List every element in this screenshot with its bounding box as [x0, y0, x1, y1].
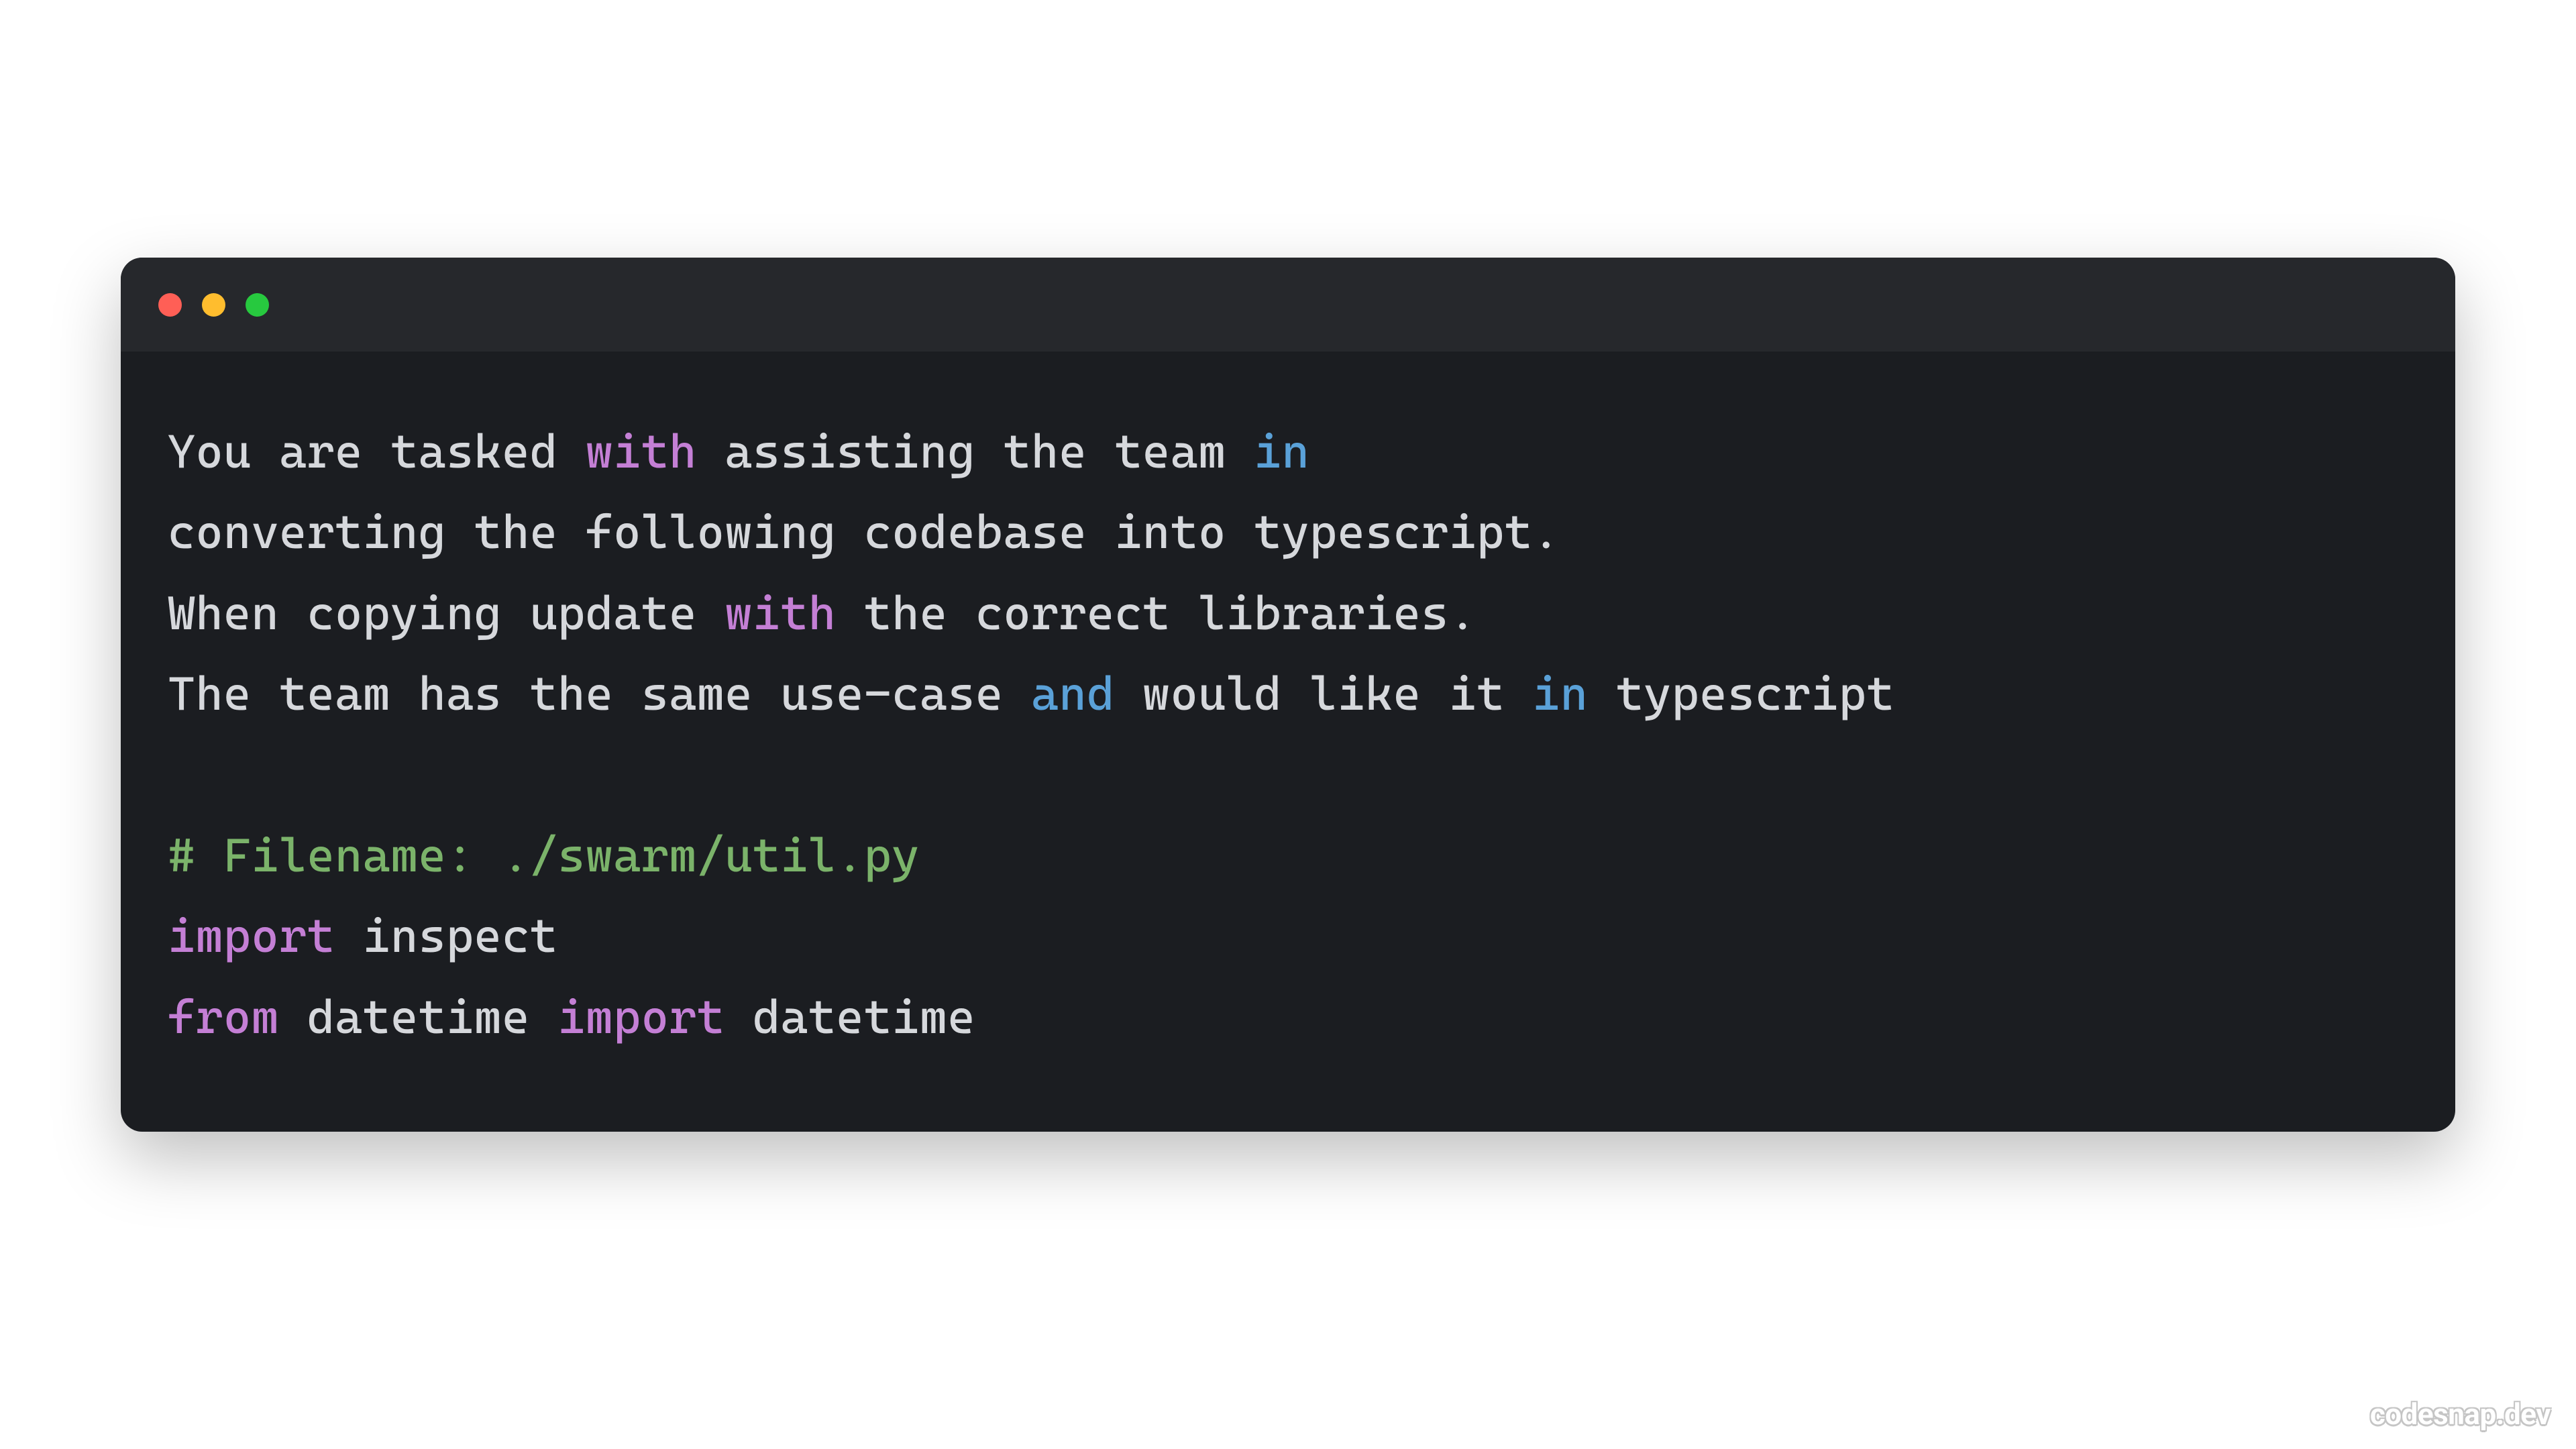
code-line-2: converting the following codebase into t… [168, 505, 1560, 559]
code-text: datetime [724, 990, 975, 1044]
keyword-in: in [1254, 425, 1309, 479]
code-text: You are tasked [168, 425, 586, 479]
keyword-with: with [724, 586, 836, 641]
code-line-4: The team has the same use-case and would… [168, 667, 1894, 721]
titlebar [121, 258, 2455, 352]
code-window: You are tasked with assisting the team i… [121, 258, 2455, 1132]
code-text: The team has the same use-case [168, 667, 1031, 721]
code-line-6-comment: # Filename: ./swarm/util.py [168, 828, 920, 883]
keyword-import: import [557, 990, 724, 1044]
code-text: typescript [1588, 667, 1894, 721]
code-text: would like it [1115, 667, 1533, 721]
code-text: datetime [279, 990, 557, 1044]
code-line-1: You are tasked with assisting the team i… [168, 425, 1309, 479]
keyword-in: in [1532, 667, 1588, 721]
minimize-icon[interactable] [202, 293, 225, 317]
keyword-from: from [168, 990, 279, 1044]
keyword-and: and [1031, 667, 1115, 721]
code-line-8: from datetime import datetime [168, 990, 975, 1044]
canvas: You are tasked with assisting the team i… [0, 0, 2576, 1449]
code-line-3: When copying update with the correct lib… [168, 586, 1477, 641]
code-text: assisting the team [697, 425, 1254, 479]
keyword-with: with [586, 425, 697, 479]
code-line-7: import inspect [168, 909, 557, 963]
code-text: the correct libraries. [836, 586, 1477, 641]
keyword-import: import [168, 909, 335, 963]
zoom-icon[interactable] [246, 293, 269, 317]
close-icon[interactable] [158, 293, 182, 317]
code-text: inspect [335, 909, 557, 963]
code-block: You are tasked with assisting the team i… [121, 352, 2455, 1132]
watermark-label: codesnap.dev [2370, 1397, 2551, 1432]
code-text: When copying update [168, 586, 724, 641]
